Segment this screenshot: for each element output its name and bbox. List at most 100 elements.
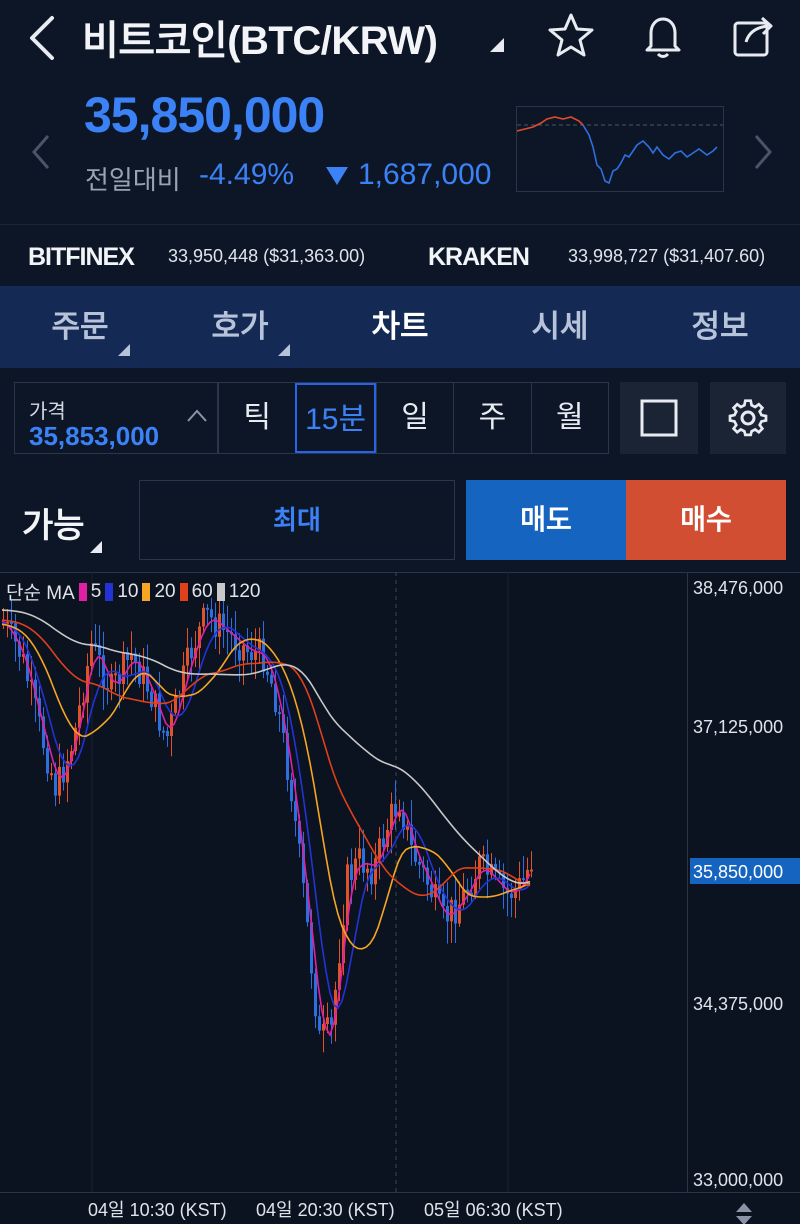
candle-body xyxy=(190,647,193,659)
exchange-prices: BITFINEX 33,950,448 ($31,363.00) KRAKEN … xyxy=(0,224,800,286)
candle-body xyxy=(530,869,533,872)
chevron-up-icon[interactable] xyxy=(185,405,209,425)
candle-body xyxy=(210,609,213,618)
change-percent: -4.49% xyxy=(199,158,295,191)
chevron-right-icon[interactable] xyxy=(748,130,778,174)
candle-body xyxy=(54,773,57,796)
sell-button[interactable]: 매도 xyxy=(466,480,626,560)
chevron-left-icon[interactable] xyxy=(26,130,56,174)
y-tick-label: 37,125,000 xyxy=(693,717,783,737)
current-price-label: 35,850,000 xyxy=(693,862,783,882)
exchange-name: BITFINEX xyxy=(28,243,135,271)
buy-button[interactable]: 매수 xyxy=(626,480,786,560)
change-amount: 1,687,000 xyxy=(358,158,492,191)
interval-tick[interactable]: 틱 xyxy=(219,383,295,453)
tab-market[interactable]: 시세 xyxy=(480,286,640,368)
x-axis: 04일 10:30 (KST) 04일 20:30 (KST) 05일 06:30 … xyxy=(88,1200,563,1220)
ma-swatch-20 xyxy=(142,582,151,601)
ma-swatch-120 xyxy=(216,582,225,601)
menu-triangle-icon xyxy=(90,540,102,553)
candle-body xyxy=(366,868,369,873)
interval-selector: 틱 15분 일 주 월 xyxy=(218,382,609,454)
ma-swatch-10 xyxy=(105,582,114,601)
tab-order[interactable]: 주문 xyxy=(0,286,160,368)
caret-icon[interactable] xyxy=(486,34,508,56)
candle-body xyxy=(162,730,165,733)
candle-body xyxy=(418,861,421,865)
ma-legend-5: 5 xyxy=(90,580,102,602)
candle-body xyxy=(522,878,525,881)
ma-legend-120: 120 xyxy=(228,580,261,602)
candle-body xyxy=(374,858,377,885)
menu-triangle-icon xyxy=(278,344,290,356)
square-icon xyxy=(640,399,678,437)
candle-body xyxy=(270,674,273,684)
tab-label: 시세 xyxy=(531,309,589,344)
tab-chart[interactable]: 차트 xyxy=(320,286,480,368)
tab-label: 주문 xyxy=(51,309,109,344)
tab-info[interactable]: 정보 xyxy=(640,286,800,368)
candle-body xyxy=(362,848,365,873)
top-bar: 비트코인(BTC/KRW) xyxy=(0,0,800,72)
gear-icon xyxy=(728,399,768,437)
price-input-value: 35,853,000 xyxy=(29,421,160,451)
candle-body xyxy=(350,864,353,880)
ma-legend-10: 10 xyxy=(117,580,139,602)
candle-body xyxy=(278,712,281,715)
tab-label: 호가 xyxy=(211,309,269,344)
candle-body xyxy=(314,973,317,1017)
candle-body xyxy=(382,838,385,848)
candle-body xyxy=(326,1017,329,1024)
share-icon[interactable] xyxy=(728,10,778,60)
interval-15min[interactable]: 15분 xyxy=(295,383,376,453)
down-triangle-icon xyxy=(324,164,350,188)
exchange-price: 33,998,727 ($31,407.60) xyxy=(568,246,766,266)
price-chart[interactable]: 38,476,000 37,125,000 34,375,000 33,000,000… xyxy=(0,572,800,1224)
candle-body xyxy=(150,691,153,708)
page-title[interactable]: 비트코인(BTC/KRW) xyxy=(82,8,438,66)
max-button[interactable]: 최대 xyxy=(139,480,455,560)
candle-body xyxy=(186,647,189,666)
chart-settings-button[interactable] xyxy=(710,382,786,454)
candle-body xyxy=(114,673,117,676)
bell-icon[interactable] xyxy=(638,10,688,60)
x-tick-label: 04일 20:30 (KST) xyxy=(256,1200,395,1220)
candle-body xyxy=(202,607,205,627)
back-icon[interactable] xyxy=(22,8,62,64)
candle-body xyxy=(46,748,49,774)
interval-month[interactable]: 월 xyxy=(530,383,608,453)
candle-body xyxy=(206,607,209,610)
x-tick-label: 05일 06:30 (KST) xyxy=(424,1200,563,1220)
tab-label: 차트 xyxy=(371,309,429,344)
candle-body xyxy=(90,643,93,666)
ma-legend-20: 20 xyxy=(154,580,176,602)
candle-body xyxy=(266,671,269,675)
star-icon[interactable] xyxy=(546,10,596,60)
ma-legend-title: 단순 MA xyxy=(6,583,75,604)
exchange-price: 33,950,448 ($31,363.00) xyxy=(168,246,366,266)
price-input-label: 가격 xyxy=(29,401,66,423)
candle-body xyxy=(378,838,381,859)
price-input[interactable]: 가격 35,853,000 xyxy=(14,382,218,454)
mini-price-chart[interactable] xyxy=(516,106,724,192)
x-tick-label: 04일 10:30 (KST) xyxy=(88,1200,227,1220)
candle-body xyxy=(242,645,245,661)
available-label[interactable]: 가능 xyxy=(22,498,85,547)
y-tick-label: 38,476,000 xyxy=(693,578,783,598)
candle-body xyxy=(330,1017,333,1025)
candle-body xyxy=(358,848,361,859)
tab-orderbook[interactable]: 호가 xyxy=(160,286,320,368)
candle-body xyxy=(430,884,433,898)
ma-swatch-60 xyxy=(179,582,188,601)
y-tick-label: 34,375,000 xyxy=(693,994,783,1014)
candle-body xyxy=(58,766,61,796)
interval-day[interactable]: 일 xyxy=(375,383,453,453)
candle-body xyxy=(218,613,221,637)
y-tick-label: 33,000,000 xyxy=(693,1170,783,1190)
candle-body xyxy=(166,730,169,737)
current-price: 35,850,000 xyxy=(84,87,325,143)
interval-week[interactable]: 주 xyxy=(453,383,530,453)
fullscreen-button[interactable] xyxy=(620,382,698,454)
change-label: 전일대비 xyxy=(85,165,181,195)
ma-legend-60: 60 xyxy=(191,580,213,602)
